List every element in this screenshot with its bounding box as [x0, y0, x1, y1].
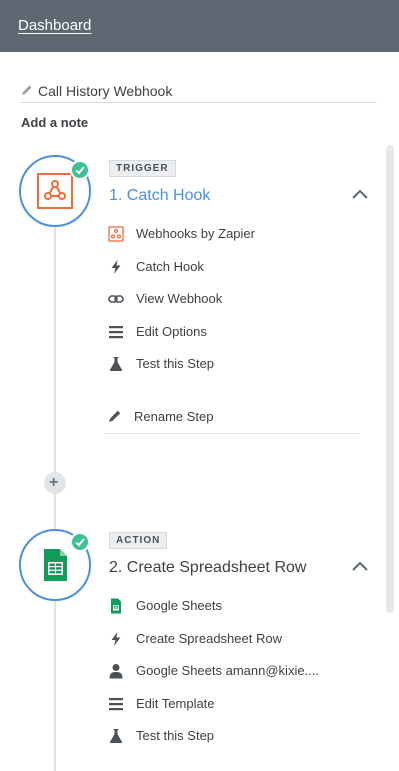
pencil-icon — [109, 410, 121, 422]
flask-icon — [110, 729, 122, 743]
flask-icon — [110, 357, 122, 371]
sheets-icon — [44, 549, 67, 581]
step-1-view-webhook-item[interactable]: View Webhook — [108, 289, 358, 309]
bolt-icon — [111, 632, 121, 646]
scrollbar[interactable] — [386, 145, 394, 613]
list-icon — [109, 698, 123, 711]
step-2-test-step-label: Test this Step — [136, 728, 215, 743]
top-bar: Dashboard — [0, 0, 399, 52]
webhook-icon — [37, 173, 73, 209]
step-2-event-item[interactable]: Create Spreadsheet Row — [108, 629, 358, 649]
sheets-icon — [111, 598, 121, 614]
step-1-test-step-item[interactable]: Test this Step — [108, 354, 358, 374]
add-note-link[interactable]: Add a note — [21, 115, 88, 130]
step-2-event-label: Create Spreadsheet Row — [136, 631, 282, 646]
step-1-app-item[interactable]: Webhooks by Zapier — [108, 224, 358, 244]
list-icon — [109, 326, 123, 339]
step-2-check-icon — [70, 532, 90, 552]
dashboard-link[interactable]: Dashboard — [18, 17, 91, 34]
zap-title-field[interactable]: Call History Webhook — [21, 81, 377, 103]
step-1-badge: TRIGGER — [109, 160, 176, 177]
step-1-edit-options-label: Edit Options — [136, 324, 207, 339]
step-1-title[interactable]: 1. Catch Hook — [109, 187, 210, 205]
user-icon — [109, 664, 123, 679]
step-1-app-label: Webhooks by Zapier — [136, 226, 255, 241]
chevron-up-icon[interactable] — [351, 560, 369, 572]
step-1-check-icon — [70, 160, 90, 180]
step-1-edit-options-item[interactable]: Edit Options — [108, 322, 358, 342]
timeline-line — [54, 226, 56, 771]
chevron-up-icon[interactable] — [351, 188, 369, 200]
pencil-icon — [22, 85, 32, 95]
step-2-edit-template-label: Edit Template — [136, 696, 215, 711]
rename-step-label: Rename Step — [134, 409, 214, 424]
plus-icon: + — [49, 474, 59, 491]
webhook-icon — [108, 226, 124, 242]
step-2-test-step-item[interactable]: Test this Step — [108, 726, 358, 746]
step-2-edit-template-item[interactable]: Edit Template — [108, 694, 358, 714]
step-1-test-step-label: Test this Step — [136, 356, 215, 371]
step-2-app-item[interactable]: Google Sheets — [108, 596, 358, 616]
rename-step-button[interactable]: Rename Step — [104, 406, 359, 434]
step-1-view-webhook-label: View Webhook — [136, 291, 223, 306]
step-2-account-item[interactable]: Google Sheets amann@kixie.... — [108, 661, 358, 681]
step-1-event-label: Catch Hook — [136, 259, 204, 274]
step-2-badge: ACTION — [109, 532, 168, 549]
add-step-button[interactable]: + — [44, 472, 66, 494]
bolt-icon — [111, 260, 121, 274]
zap-title: Call History Webhook — [38, 83, 173, 99]
step-2-app-label: Google Sheets — [136, 598, 223, 613]
step-2-account-label: Google Sheets amann@kixie.... — [136, 663, 320, 678]
step-1-event-item[interactable]: Catch Hook — [108, 257, 358, 277]
step-2-title[interactable]: 2. Create Spreadsheet Row — [109, 559, 306, 577]
link-icon — [108, 295, 124, 303]
